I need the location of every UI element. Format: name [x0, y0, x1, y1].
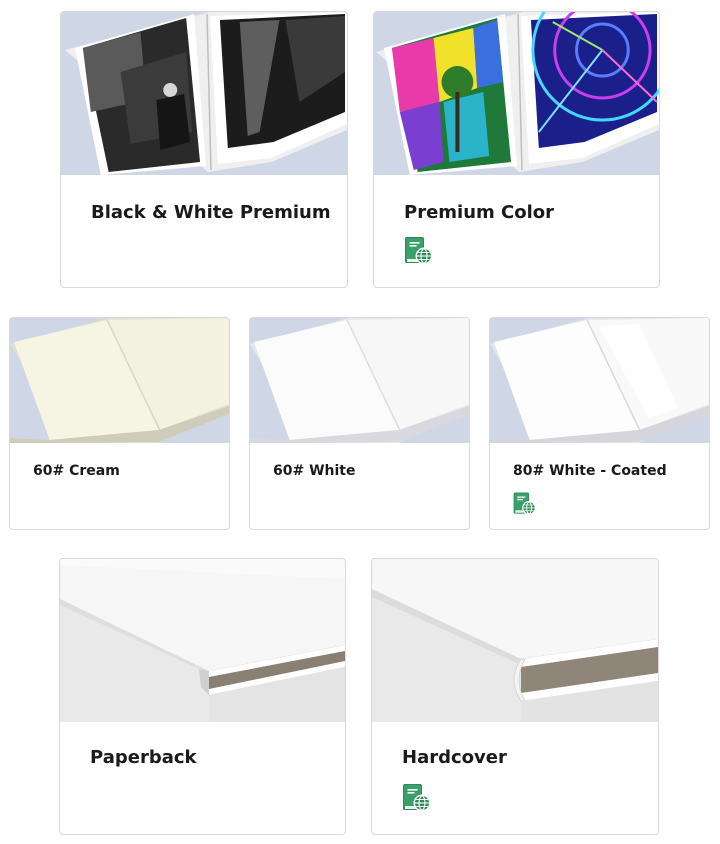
hardcover-binding-image	[372, 559, 658, 722]
card-title: Black & White Premium	[91, 202, 331, 223]
binding-option-card-paperback[interactable]: Paperback	[59, 558, 346, 835]
binding-option-card-hardcover[interactable]: Hardcover	[371, 558, 659, 835]
paperback-binding-image	[60, 559, 345, 722]
card-title: 60# White	[273, 463, 356, 479]
coated-paper-book-image	[490, 318, 709, 443]
print-distribution-book-globe-icon	[403, 234, 435, 266]
paper-option-card-80-white-coated[interactable]: 80# White - Coated	[489, 317, 710, 530]
card-title: 80# White - Coated	[513, 463, 667, 479]
paper-option-card-60-cream[interactable]: 60# Cream	[9, 317, 230, 530]
cream-paper-book-image	[10, 318, 229, 443]
print-distribution-book-globe-icon	[401, 781, 433, 813]
binding-option-card-bw-premium[interactable]: Black & White Premium	[60, 11, 348, 288]
card-title: Paperback	[90, 747, 197, 768]
bw-photo-book-image	[61, 12, 347, 175]
color-photo-book-image	[374, 12, 659, 175]
print-distribution-book-globe-icon	[512, 490, 538, 516]
binding-option-card-premium-color[interactable]: Premium Color	[373, 11, 660, 288]
white-paper-book-image	[250, 318, 469, 443]
card-title: Hardcover	[402, 747, 507, 768]
card-title: Premium Color	[404, 202, 555, 223]
paper-option-card-60-white[interactable]: 60# White	[249, 317, 470, 530]
card-title: 60# Cream	[33, 463, 120, 479]
